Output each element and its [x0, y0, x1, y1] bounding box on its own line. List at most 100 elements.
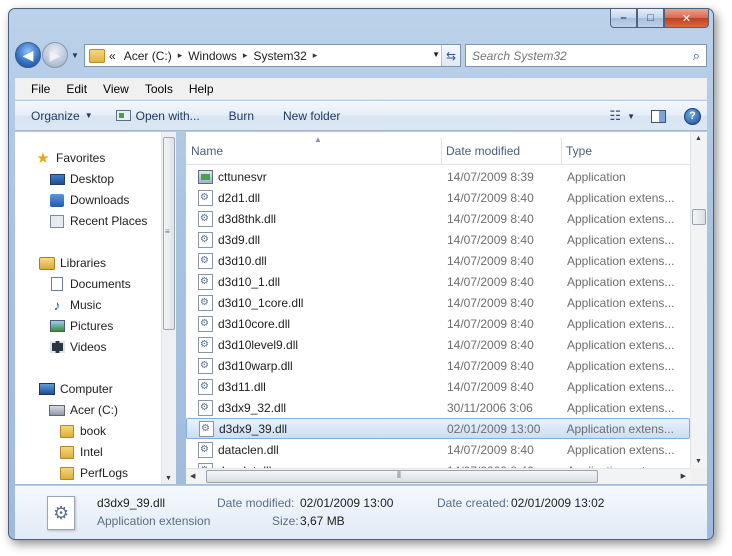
search-box[interactable]: ⌕ — [465, 44, 707, 67]
file-name-cell: d3d10level9.dll — [186, 336, 442, 353]
minimize-button[interactable]: – — [610, 9, 637, 28]
file-row[interactable]: d3d10_1.dll 14/07/2009 8:40 Application ex… — [186, 271, 690, 292]
nav-libraries[interactable]: Libraries — [39, 255, 106, 271]
file-row[interactable]: d3dx9_39.dll 02/01/2009 13:00 Application … — [186, 418, 690, 439]
nav-folder-perflogs[interactable]: PerfLogs — [59, 465, 128, 481]
help-icon[interactable]: ? — [684, 107, 701, 125]
vertical-scroll-thumb[interactable] — [692, 209, 706, 225]
file-type: Application extens... — [567, 253, 675, 268]
breadcrumb-acer[interactable]: Acer (C:) — [120, 49, 176, 63]
organize-button[interactable]: Organize ▼ — [15, 101, 102, 130]
search-icon[interactable]: ⌕ — [693, 48, 700, 64]
file-row[interactable]: d3d10warp.dll 14/07/2009 8:40 Application … — [186, 355, 690, 376]
file-row[interactable]: d2d1.dll 14/07/2009 8:40 Application exten… — [186, 187, 690, 208]
file-row[interactable]: cttunesvr 14/07/2009 8:39 Application — [186, 166, 690, 187]
scroll-down-icon[interactable]: ▼ — [165, 475, 172, 482]
search-input[interactable] — [466, 48, 676, 63]
address-overflow[interactable]: « — [105, 49, 120, 63]
chevron-right-icon[interactable]: ▸ — [311, 50, 320, 61]
nav-label: Videos — [70, 340, 107, 354]
scroll-left-icon[interactable]: ◀ — [190, 472, 195, 480]
column-header-name[interactable]: ▲ Name — [186, 135, 442, 164]
menu-tools[interactable]: Tools — [137, 82, 181, 96]
menu-view[interactable]: View — [95, 82, 137, 96]
new-folder-button[interactable]: New folder — [263, 101, 349, 130]
dll-file-icon — [47, 496, 75, 530]
back-button[interactable]: ◀ — [15, 42, 41, 68]
drive-icon — [49, 402, 65, 418]
nav-music[interactable]: ♪ Music — [49, 297, 102, 313]
change-view-icon[interactable]: ☷ — [609, 108, 621, 124]
file-type: Application extens... — [567, 295, 675, 310]
scroll-up-icon[interactable]: ▲ — [695, 135, 702, 142]
menu-help[interactable]: Help — [181, 82, 222, 96]
open-with-button[interactable]: Open with... — [102, 101, 209, 130]
file-type: Application extens... — [567, 358, 675, 373]
file-row[interactable]: dataclen.dll 14/07/2009 8:40 Application e… — [186, 439, 690, 460]
file-date-modified: 14/07/2009 8:40 — [447, 232, 534, 247]
file-type: Application extens... — [567, 211, 675, 226]
file-name: d3d10_1core.dll — [218, 295, 304, 310]
grip-icon: ≡ — [165, 227, 170, 236]
address-dropdown-icon[interactable]: ▼ — [432, 50, 440, 59]
scroll-down-icon[interactable]: ▼ — [695, 458, 702, 465]
menu-edit[interactable]: Edit — [58, 82, 95, 96]
nav-downloads[interactable]: Downloads — [49, 192, 129, 208]
nav-videos[interactable]: Videos — [49, 339, 106, 355]
breadcrumb-system32[interactable]: System32 — [249, 49, 310, 63]
file-date-modified: 14/07/2009 8:40 — [447, 274, 534, 289]
file-name-cell: d3d11.dll — [186, 378, 442, 395]
file-row[interactable]: d3d11.dll 14/07/2009 8:40 Application exte… — [186, 376, 690, 397]
file-date-modified: 14/07/2009 8:39 — [447, 169, 534, 184]
burn-button[interactable]: Burn — [209, 101, 263, 130]
nav-folder-book[interactable]: book — [59, 423, 106, 439]
address-bar[interactable]: « Acer (C:) ▸ Windows ▸ System32 ▸ ▼ ⇆ — [84, 44, 461, 67]
refresh-button[interactable]: ⇆ — [441, 45, 460, 66]
file-type: Application extens... — [567, 442, 675, 457]
nav-computer[interactable]: Computer — [39, 381, 113, 397]
arrow-left-icon: ◀ — [22, 46, 34, 63]
maximize-button[interactable]: □ — [637, 9, 664, 28]
file-name: d3dx9_39.dll — [219, 421, 288, 436]
column-header-date-modified[interactable]: Date modified — [442, 138, 562, 164]
file-list-vertical-scrollbar[interactable]: ▲ ▼ — [690, 132, 707, 468]
menu-file[interactable]: File — [15, 82, 58, 96]
nav-label: Intel — [80, 445, 103, 459]
chevron-right-icon[interactable]: ▸ — [176, 50, 185, 61]
nav-favorites[interactable]: ★ Favorites — [35, 150, 105, 167]
column-headers: ▲ Name Date modified Type — [186, 135, 690, 165]
nav-folder-intel[interactable]: Intel — [59, 444, 103, 460]
nav-acer-drive[interactable]: Acer (C:) — [49, 402, 118, 418]
nav-documents[interactable]: Documents — [49, 276, 131, 292]
horizontal-scroll-thumb[interactable]: ⦀ — [206, 470, 598, 483]
file-row[interactable]: d3d10.dll 14/07/2009 8:40 Application exte… — [186, 250, 690, 271]
preview-pane-icon[interactable] — [651, 109, 666, 123]
file-row[interactable]: d3d8thk.dll 14/07/2009 8:40 Application ex… — [186, 208, 690, 229]
explorer-window: – □ ✕ ◀ ▶ ▼ « Acer (C:) ▸ Windows ▸ Syst… — [8, 8, 714, 540]
nav-recent-places[interactable]: Recent Places — [49, 213, 147, 229]
breadcrumb-windows[interactable]: Windows — [184, 49, 241, 63]
libraries-icon — [39, 255, 55, 271]
column-header-type[interactable]: Type — [562, 138, 690, 164]
nav-desktop[interactable]: Desktop — [49, 171, 114, 187]
details-modified-value: 02/01/2009 13:00 — [300, 496, 394, 510]
chevron-right-icon[interactable]: ▸ — [241, 50, 250, 61]
file-name-cell: d3d10_1.dll — [186, 273, 442, 290]
file-type: Application extens... — [567, 274, 675, 289]
close-button[interactable]: ✕ — [664, 9, 709, 28]
nav-scrollbar[interactable]: ≡ ▼ — [161, 132, 176, 484]
view-options-dropdown[interactable]: ▼ — [627, 112, 635, 121]
nav-pictures[interactable]: Pictures — [49, 318, 113, 334]
nav-label: Downloads — [70, 193, 130, 207]
scroll-right-icon[interactable]: ▶ — [681, 472, 686, 480]
file-row[interactable]: d3d10_1core.dll 14/07/2009 8:40 Applicatio… — [186, 292, 690, 313]
file-row[interactable]: d3d10core.dll 14/07/2009 8:40 Application … — [186, 313, 690, 334]
file-list-horizontal-scrollbar[interactable]: ◀ ⦀ ▶ — [186, 468, 690, 484]
file-row[interactable]: d3d10level9.dll 14/07/2009 8:40 Applicatio… — [186, 334, 690, 355]
dll-icon — [198, 189, 213, 206]
file-row[interactable]: d3d9.dll 14/07/2009 8:40 Application exten… — [186, 229, 690, 250]
file-row[interactable]: d3dx9_32.dll 30/11/2006 3:06 Application e… — [186, 397, 690, 418]
nav-label: PerfLogs — [80, 466, 129, 480]
forward-button[interactable]: ▶ — [42, 42, 68, 68]
recent-pages-dropdown[interactable]: ▼ — [71, 51, 79, 60]
